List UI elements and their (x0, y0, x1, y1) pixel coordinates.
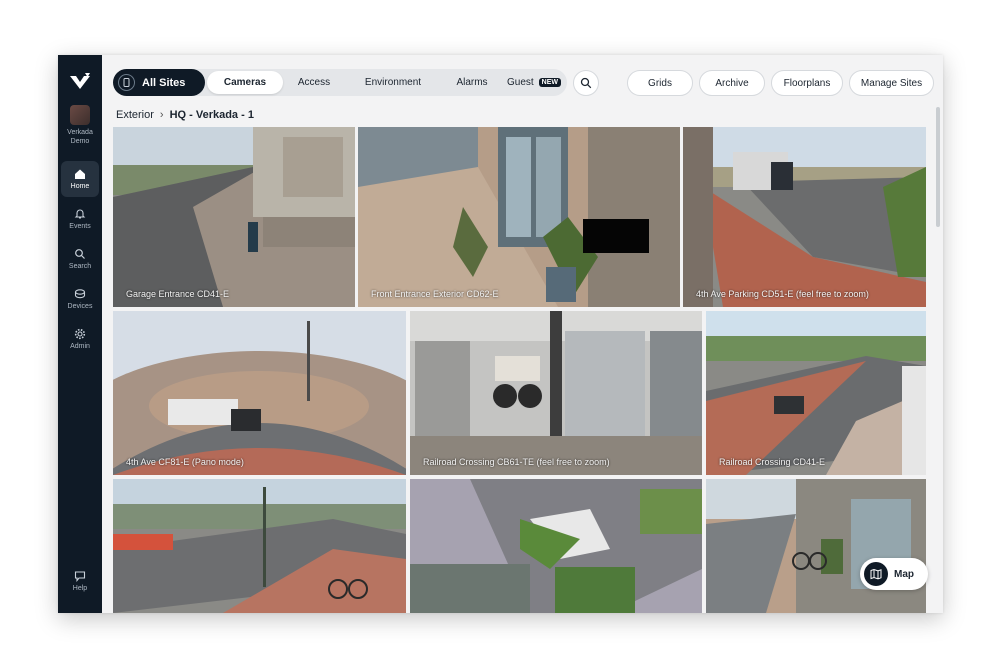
sidebar-item-home[interactable]: Home (61, 161, 99, 197)
camera-feed (683, 127, 926, 307)
breadcrumb-current: HQ - Verkada - 1 (169, 109, 254, 121)
top-bar: All Sites Cameras Access Environment Ala… (102, 55, 943, 109)
app-window: Verkada Demo Home Events Search Devices … (58, 55, 943, 613)
camera-feed (113, 127, 355, 307)
camera-tile[interactable] (410, 479, 702, 613)
chat-icon (74, 571, 86, 582)
archive-button[interactable]: Archive (699, 70, 765, 96)
site-icon (118, 74, 135, 91)
map-icon (864, 562, 888, 586)
camera-grid: Garage Entrance CD41-E Front Entrance Ex… (113, 127, 926, 613)
camera-feed (706, 479, 926, 613)
camera-tile[interactable] (706, 479, 926, 613)
chevron-right-icon: › (159, 109, 164, 121)
camera-tile[interactable] (113, 479, 406, 613)
camera-tile[interactable]: 4th Ave Parking CD51-E (feel free to zoo… (683, 127, 926, 307)
org-name: Verkada Demo (67, 129, 93, 145)
tab-guest[interactable]: Guest NEW (503, 71, 565, 94)
tab-access[interactable]: Access (283, 71, 345, 94)
camera-label: Railroad Crossing CD41-E (719, 457, 826, 467)
search-icon (580, 77, 592, 89)
camera-label: Garage Entrance CD41-E (126, 289, 230, 299)
floorplans-button[interactable]: Floorplans (771, 70, 843, 96)
tab-alarms[interactable]: Alarms (441, 71, 503, 94)
sidebar-item-label: Admin (70, 343, 90, 350)
camera-feed (410, 311, 702, 475)
sidebar-item-label: Home (70, 183, 90, 190)
camera-feed (113, 311, 406, 475)
breadcrumb-parent[interactable]: Exterior (116, 109, 154, 121)
tab-cameras[interactable]: Cameras (207, 71, 283, 94)
sidebar-item-help[interactable]: Help (61, 563, 99, 599)
tab-environment[interactable]: Environment (345, 71, 441, 94)
new-badge: NEW (538, 78, 562, 87)
scrollbar[interactable] (936, 107, 940, 227)
sidebar-item-label: Search (68, 263, 92, 270)
sidebar-item-label: Devices (67, 303, 93, 310)
sidebar-item-devices[interactable]: Devices (61, 281, 99, 317)
bell-icon (74, 209, 86, 219)
map-button[interactable]: Map (860, 558, 928, 590)
camera-tile[interactable]: Railroad Crossing CD41-E (706, 311, 926, 475)
camera-tile[interactable]: Railroad Crossing CB61-TE (feel free to … (410, 311, 702, 475)
gear-icon (74, 328, 86, 340)
all-sites-label: All Sites (142, 76, 186, 89)
map-button-label: Map (894, 568, 914, 580)
sidebar-item-search[interactable]: Search (61, 241, 99, 277)
org-avatar[interactable] (70, 105, 90, 125)
camera-feed (358, 127, 680, 307)
camera-label: 4th Ave CF81-E (Pano mode) (126, 457, 244, 467)
sidebar-item-events[interactable]: Events (61, 201, 99, 237)
devices-icon (74, 289, 86, 299)
sidebar-item-label: Events (69, 223, 91, 230)
sidebar-item-admin[interactable]: Admin (61, 321, 99, 357)
manage-sites-button[interactable]: Manage Sites (849, 70, 934, 96)
camera-tile[interactable]: Garage Entrance CD41-E (113, 127, 355, 307)
sidebar: Verkada Demo Home Events Search Devices … (58, 55, 102, 613)
camera-feed (410, 479, 702, 613)
grids-button[interactable]: Grids (627, 70, 693, 96)
section-tabs: All Sites Cameras Access Environment Ala… (113, 69, 567, 96)
camera-label: Railroad Crossing CB61-TE (feel free to … (423, 457, 610, 467)
search-icon (75, 249, 85, 259)
camera-feed (706, 311, 926, 475)
search-button[interactable] (573, 70, 599, 96)
camera-tile[interactable]: Front Entrance Exterior CD62-E (358, 127, 680, 307)
all-sites-button[interactable]: All Sites (113, 69, 205, 96)
tab-guest-label: Guest (506, 77, 534, 88)
home-icon (75, 169, 85, 179)
breadcrumb: Exterior › HQ - Verkada - 1 (116, 107, 254, 123)
privacy-mask (583, 219, 649, 253)
verkada-logo[interactable] (68, 71, 92, 91)
camera-tile[interactable]: 4th Ave CF81-E (Pano mode) (113, 311, 406, 475)
camera-label: 4th Ave Parking CD51-E (feel free to zoo… (696, 289, 869, 299)
camera-feed (113, 479, 406, 613)
sidebar-item-label: Help (72, 585, 88, 592)
camera-label: Front Entrance Exterior CD62-E (371, 289, 499, 299)
